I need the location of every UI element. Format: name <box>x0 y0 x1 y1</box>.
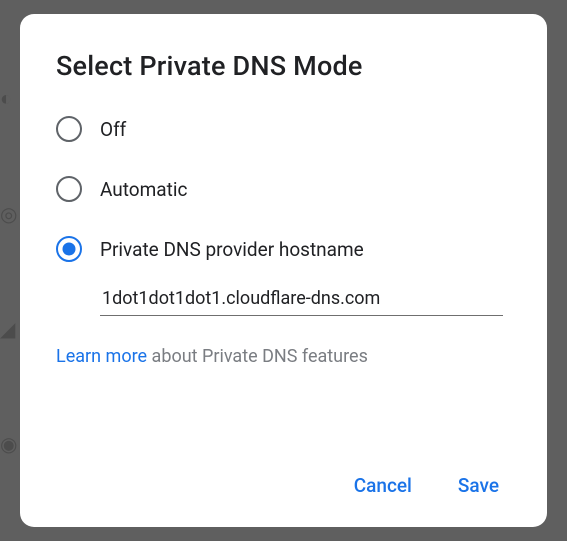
radio-label: Private DNS provider hostname <box>100 238 364 261</box>
radio-option-automatic[interactable]: Automatic <box>56 176 511 202</box>
learn-more-suffix: about Private DNS features <box>147 346 368 367</box>
dialog-actions: Cancel Save <box>56 448 511 503</box>
hostname-input[interactable] <box>100 282 503 316</box>
radio-option-off[interactable]: Off <box>56 116 511 142</box>
learn-more-text: Learn more about Private DNS features <box>56 346 511 367</box>
hostname-input-container <box>100 282 503 316</box>
radio-label: Automatic <box>100 178 187 201</box>
learn-more-link[interactable]: Learn more <box>56 346 147 367</box>
radio-icon <box>56 176 82 202</box>
radio-label: Off <box>100 118 126 141</box>
private-dns-dialog: Select Private DNS Mode Off Automatic Pr… <box>20 14 547 527</box>
radio-icon-selected <box>56 236 82 262</box>
save-button[interactable]: Save <box>454 468 503 503</box>
dns-mode-radio-group: Off Automatic Private DNS provider hostn… <box>56 116 511 262</box>
radio-option-provider-hostname[interactable]: Private DNS provider hostname <box>56 236 511 262</box>
radio-icon <box>56 116 82 142</box>
dialog-title: Select Private DNS Mode <box>56 50 511 82</box>
cancel-button[interactable]: Cancel <box>350 468 416 503</box>
